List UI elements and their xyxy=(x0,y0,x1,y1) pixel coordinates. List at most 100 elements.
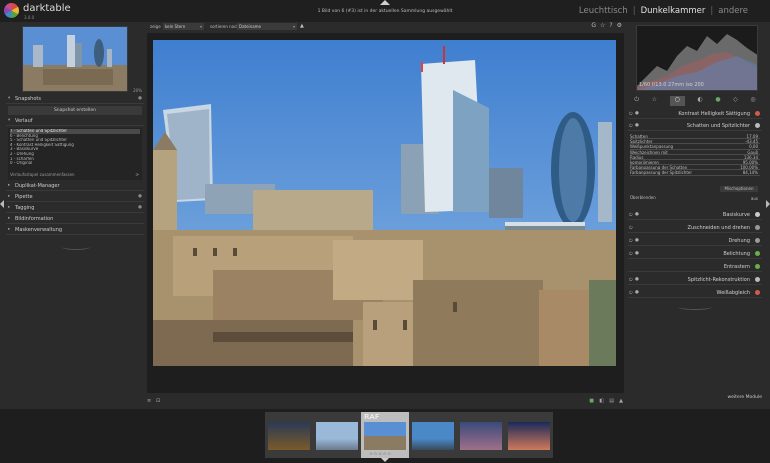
tagging-header[interactable]: ▸ Tagging ● xyxy=(6,204,144,213)
filmstrip-thumbnail-selected[interactable]: RAF ☆☆☆☆☆ xyxy=(361,412,409,458)
slider-track xyxy=(630,174,760,176)
center-toolbar-icons: G ☆ ? ⚙ xyxy=(591,22,622,29)
view-darkroom[interactable]: Dunkelkammer xyxy=(641,6,706,16)
presets-icon[interactable]: ● xyxy=(635,212,639,217)
basic-group-icon[interactable]: ○ xyxy=(669,96,685,106)
favorites-group-icon[interactable]: ☆ xyxy=(652,96,657,106)
reset-icon[interactable]: ● xyxy=(138,96,142,101)
create-snapshot-button[interactable]: Snapshot erstellen xyxy=(8,106,142,115)
navigation-zoom[interactable]: 20% xyxy=(133,88,142,93)
view-other[interactable]: andere xyxy=(718,6,748,16)
blend-mode-select[interactable]: Überblenden aus xyxy=(630,195,760,203)
exif-info: 1/60 f/13.0 27mm iso 200 xyxy=(639,82,704,88)
power-icon[interactable]: ⏻ xyxy=(629,123,633,129)
expand-arrow-icon: ▸ xyxy=(8,194,11,199)
module-contrast-brightness-saturation[interactable]: ⏻ ● Kontrast Helligkeit Sättigung xyxy=(628,108,762,119)
power-icon[interactable]: ⏻ xyxy=(629,290,633,296)
filmstrip-thumbnail[interactable] xyxy=(265,412,313,458)
styles-icon[interactable]: ⊡ xyxy=(156,398,160,404)
gear-icon[interactable]: ⚙ xyxy=(617,22,622,29)
pipette-header[interactable]: ▸ Pipette ● xyxy=(6,193,144,202)
help-icon[interactable]: ? xyxy=(609,22,612,29)
gamut-check-icon[interactable]: ▤ xyxy=(609,398,614,404)
panel-end-divider xyxy=(62,244,90,250)
power-icon[interactable]: ⏻ xyxy=(629,238,633,244)
star-rating[interactable]: ☆☆☆☆☆ xyxy=(369,452,392,457)
view-lighttable[interactable]: Leuchttisch xyxy=(579,6,628,16)
power-group-icon[interactable]: ⏻ xyxy=(634,96,639,106)
image-info-header[interactable]: ▸ Bildinformation xyxy=(6,215,144,224)
histogram[interactable]: 1/60 f/13.0 27mm iso 200 xyxy=(636,25,758,91)
module-demosaic[interactable]: Entrastern xyxy=(628,261,762,272)
power-icon[interactable]: ⏻ xyxy=(629,251,633,257)
expand-arrow-icon: ▸ xyxy=(8,227,11,232)
history-item[interactable]: 0 - Original xyxy=(10,161,140,166)
module-name: Belichtung xyxy=(723,251,750,257)
sort-select[interactable]: Dateiname ▾ xyxy=(237,23,297,30)
main-photo[interactable] xyxy=(153,40,616,366)
module-color-icon xyxy=(755,212,760,217)
collapse-right-panel-arrow-icon[interactable] xyxy=(766,200,770,208)
presets-icon[interactable]: ● xyxy=(635,123,639,128)
more-modules-button[interactable]: weitere Module xyxy=(727,395,762,400)
power-icon[interactable]: ⏻ xyxy=(629,111,633,117)
section-title: Bildinformation xyxy=(15,216,54,222)
filmstrip: RAF ☆☆☆☆☆ xyxy=(0,409,770,463)
module-rotation[interactable]: ⏻ ● Drehung xyxy=(628,235,762,246)
filmstrip-thumbnail[interactable] xyxy=(313,412,361,458)
duplicate-manager-header[interactable]: ▸ Duplikat-Manager xyxy=(6,182,144,191)
warning-icon[interactable]: ▲ xyxy=(619,398,623,404)
module-white-balance[interactable]: ⏻ ● Weißabgleich xyxy=(628,287,762,298)
softproof-icon[interactable]: ◧ xyxy=(599,398,604,404)
collapse-left-panel-arrow-icon[interactable] xyxy=(0,200,4,208)
presets-icon[interactable]: ● xyxy=(635,238,639,243)
create-style-icon[interactable]: ⟳ xyxy=(136,172,139,177)
power-icon[interactable]: ⏻ xyxy=(629,277,633,283)
module-highlight-reconstruction[interactable]: ⏻ ● Spitzlicht-Rekonstruktion xyxy=(628,274,762,285)
star-icon[interactable]: ☆ xyxy=(600,22,605,29)
reset-icon[interactable]: ● xyxy=(138,205,142,210)
presets-icon[interactable]: ● xyxy=(635,277,639,282)
effect-group-icon[interactable]: ◎ xyxy=(750,96,755,106)
module-name: Weißabgleich xyxy=(716,290,750,296)
blend-options-tab[interactable]: Mischoptionen xyxy=(720,186,758,192)
expand-arrow-icon: ▾ xyxy=(8,118,11,123)
filmstrip-thumbnail[interactable] xyxy=(409,412,457,458)
module-crop-rotate[interactable]: ⏻ Zuschneiden und drehen xyxy=(628,222,762,233)
correction-group-icon[interactable]: ◇ xyxy=(733,96,738,106)
grouping-icon[interactable]: G xyxy=(591,22,596,29)
thumbnail-image xyxy=(460,422,502,450)
presets-icon[interactable]: ● xyxy=(635,251,639,256)
menu-icon[interactable]: ≡ xyxy=(147,398,151,404)
view-separator: | xyxy=(710,6,714,16)
history-header[interactable]: ▾ Verlauf xyxy=(6,117,144,126)
module-color-icon xyxy=(755,277,760,282)
module-exposure[interactable]: ⏻ ● Belichtung xyxy=(628,248,762,259)
rating-filter-select[interactable]: kein Stern ▾ xyxy=(163,23,204,30)
tone-group-icon[interactable]: ◐ xyxy=(697,96,702,106)
snapshots-header[interactable]: ▾ Snapshots ● xyxy=(6,95,144,104)
presets-icon[interactable]: ● xyxy=(635,290,639,295)
thumbnail-image xyxy=(316,422,358,450)
power-icon[interactable]: ⏻ xyxy=(629,212,633,218)
param-slider[interactable]: Farbanpassung der Spitzlichter 84,14% xyxy=(630,170,760,176)
collapse-bottom-panel-arrow-icon[interactable] xyxy=(381,458,389,462)
power-icon[interactable]: ⏻ xyxy=(629,225,633,231)
sort-label: sortieren nach xyxy=(210,24,239,29)
navigation-thumbnail[interactable] xyxy=(22,26,128,92)
filmstrip-thumbnail[interactable] xyxy=(457,412,505,458)
collapse-top-panel-arrow-icon[interactable] xyxy=(380,0,390,5)
module-base-curve[interactable]: ⏻ ● Basiskurve xyxy=(628,209,762,220)
sort-value: Dateiname xyxy=(239,24,262,29)
module-shadows-highlights[interactable]: ⏻ ● Schatten und Spitzlichter xyxy=(628,120,762,131)
reset-icon[interactable]: ● xyxy=(138,194,142,199)
mask-manager-header[interactable]: ▸ Maskenverwaltung xyxy=(6,226,144,235)
module-name: Kontrast Helligkeit Sättigung xyxy=(678,111,750,117)
module-color-icon xyxy=(755,111,760,116)
presets-icon[interactable]: ● xyxy=(635,111,639,116)
compress-history-button[interactable]: Verlaufsstapel zusammenfassen ⟳ xyxy=(8,172,142,179)
color-assessment-icon[interactable]: ■ xyxy=(589,398,594,404)
sort-direction-icon[interactable]: ▲ xyxy=(300,23,304,29)
filmstrip-thumbnail[interactable] xyxy=(505,412,553,458)
color-group-icon[interactable]: ● xyxy=(715,96,720,106)
